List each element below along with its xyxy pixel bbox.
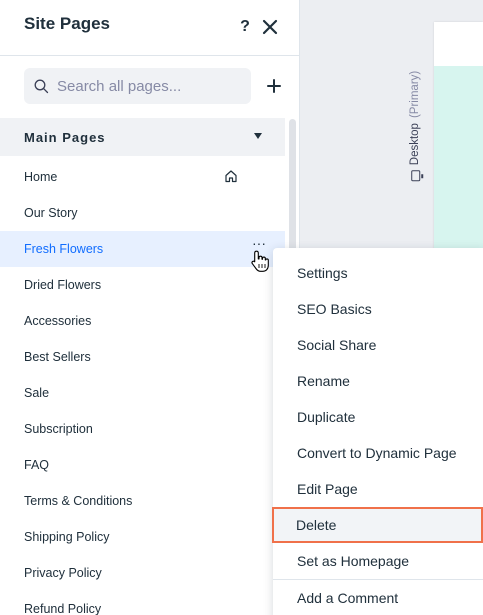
page-item-label: Refund Policy — [24, 602, 102, 615]
plus-icon[interactable] — [265, 77, 283, 95]
page-item-label: Accessories — [24, 314, 92, 328]
page-item-label: Best Sellers — [24, 350, 91, 364]
page-item-label: FAQ — [24, 458, 50, 472]
menu-item-settings[interactable]: Settings — [273, 255, 483, 291]
menu-item-convert-dynamic[interactable]: Convert to Dynamic Page — [273, 435, 483, 471]
menu-item-add-comment[interactable]: Add a Comment — [273, 580, 483, 615]
page-item-label: Dried Flowers — [24, 278, 102, 292]
page-item-sale[interactable]: Sale — [0, 375, 285, 411]
page-item-home[interactable]: Home — [0, 159, 285, 195]
site-pages-panel: Site Pages ? Main Pages Home Our Story — [0, 0, 300, 615]
device-label-sub: (Primary) — [409, 70, 421, 119]
page-item-privacy-policy[interactable]: Privacy Policy — [0, 555, 285, 591]
home-icon — [225, 170, 237, 183]
device-label-text: Desktop — [409, 123, 421, 166]
close-icon[interactable] — [261, 18, 279, 36]
hand-cursor-icon — [251, 250, 269, 272]
page-item-label: Sale — [24, 386, 50, 400]
page-item-accessories[interactable]: Accessories — [0, 303, 285, 339]
section-header-main-pages[interactable]: Main Pages — [0, 118, 285, 156]
page-item-refund-policy[interactable]: Refund Policy — [0, 591, 285, 615]
page-item-fresh-flowers[interactable]: Fresh Flowers ··· — [0, 231, 285, 267]
page-item-label: Shipping Policy — [24, 530, 110, 544]
page-item-label: Home — [24, 170, 58, 184]
menu-item-edit-page[interactable]: Edit Page — [273, 471, 483, 507]
menu-item-social-share[interactable]: Social Share — [273, 327, 483, 363]
menu-item-rename[interactable]: Rename — [273, 363, 483, 399]
page-item-label: Terms & Conditions — [24, 494, 133, 508]
page-item-terms[interactable]: Terms & Conditions — [0, 483, 285, 519]
page-item-subscription[interactable]: Subscription — [0, 411, 285, 447]
page-item-best-sellers[interactable]: Best Sellers — [0, 339, 285, 375]
section-label: Main Pages — [24, 129, 106, 145]
page-context-menu: Settings SEO Basics Social Share Rename … — [272, 248, 483, 615]
page-item-faq[interactable]: FAQ — [0, 447, 285, 483]
menu-item-set-homepage[interactable]: Set as Homepage — [273, 543, 483, 579]
search-icon — [34, 79, 49, 93]
page-item-label: Subscription — [24, 422, 93, 436]
search-field[interactable] — [24, 68, 251, 104]
more-dots-icon[interactable]: ··· — [252, 236, 266, 250]
panel-title: Site Pages — [24, 14, 110, 33]
page-item-shipping-policy[interactable]: Shipping Policy — [0, 519, 285, 555]
menu-item-delete[interactable]: Delete — [272, 507, 483, 543]
search-input[interactable] — [57, 77, 237, 95]
menu-item-duplicate[interactable]: Duplicate — [273, 399, 483, 435]
device-label: Desktop (Primary) — [402, 66, 428, 186]
desktop-icon — [410, 170, 420, 182]
panel-header: Site Pages ? — [0, 0, 300, 56]
page-item-our-story[interactable]: Our Story — [0, 195, 285, 231]
menu-item-seo-basics[interactable]: SEO Basics — [273, 291, 483, 327]
page-item-label: Fresh Flowers — [24, 242, 104, 256]
page-item-label: Our Story — [24, 206, 78, 220]
page-list: Home Our Story Fresh Flowers ··· Dried F… — [0, 159, 285, 615]
caret-down-icon[interactable] — [254, 133, 262, 139]
page-item-label: Privacy Policy — [24, 566, 102, 580]
help-button[interactable]: ? — [238, 17, 252, 37]
page-item-dried-flowers[interactable]: Dried Flowers — [0, 267, 285, 303]
